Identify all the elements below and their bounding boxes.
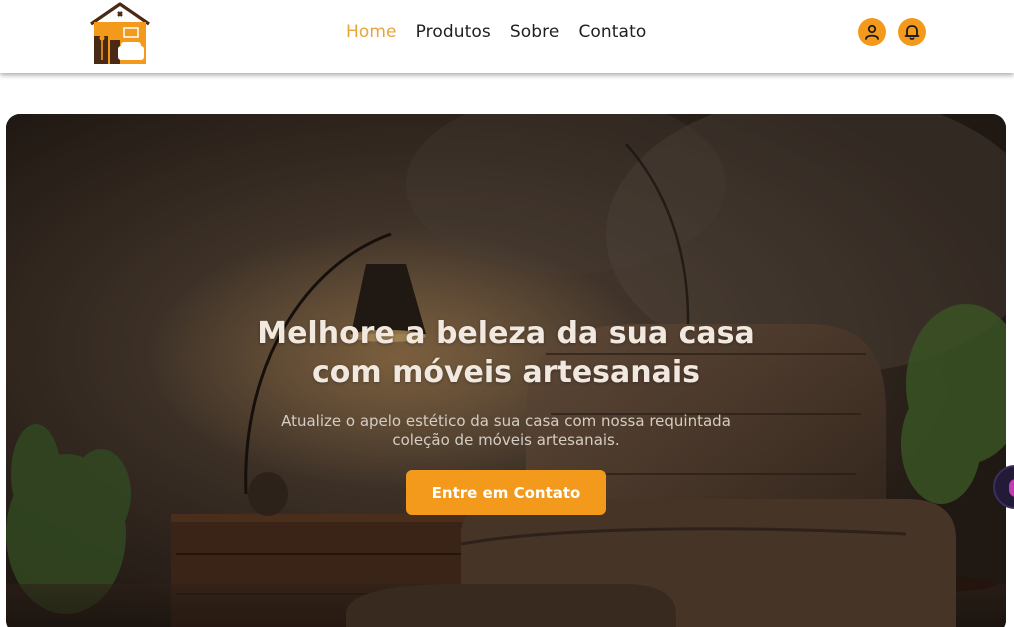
hero-banner: Melhore a beleza da sua casa com móveis … <box>6 114 1006 627</box>
hero-subtitle: Atualize o apelo estético da sua casa co… <box>236 412 776 450</box>
contact-cta-button[interactable]: Entre em Contato <box>406 470 606 515</box>
hero-subtitle-line2: coleção de móveis artesanais. <box>392 431 620 449</box>
bell-icon[interactable] <box>898 18 926 46</box>
hero-title-line1: Melhore a beleza da sua casa <box>257 316 755 351</box>
hero-subtitle-line1: Atualize o apelo estético da sua casa co… <box>281 412 731 430</box>
hero-title: Melhore a beleza da sua casa com móveis … <box>206 314 806 392</box>
nav-produtos[interactable]: Produtos <box>416 22 491 42</box>
house-logo-icon[interactable] <box>88 2 152 66</box>
nav-sobre[interactable]: Sobre <box>510 22 560 42</box>
hero-title-line2: com móveis artesanais <box>311 355 701 390</box>
user-icon[interactable] <box>858 18 886 46</box>
site-header: Home Produtos Sobre Contato <box>0 0 1014 73</box>
widget-dot-icon <box>1009 479 1014 497</box>
nav-home[interactable]: Home <box>346 22 397 42</box>
main-nav: Home Produtos Sobre Contato <box>346 22 665 42</box>
hero-content: Melhore a beleza da sua casa com móveis … <box>6 114 1006 627</box>
nav-contato[interactable]: Contato <box>578 22 646 42</box>
